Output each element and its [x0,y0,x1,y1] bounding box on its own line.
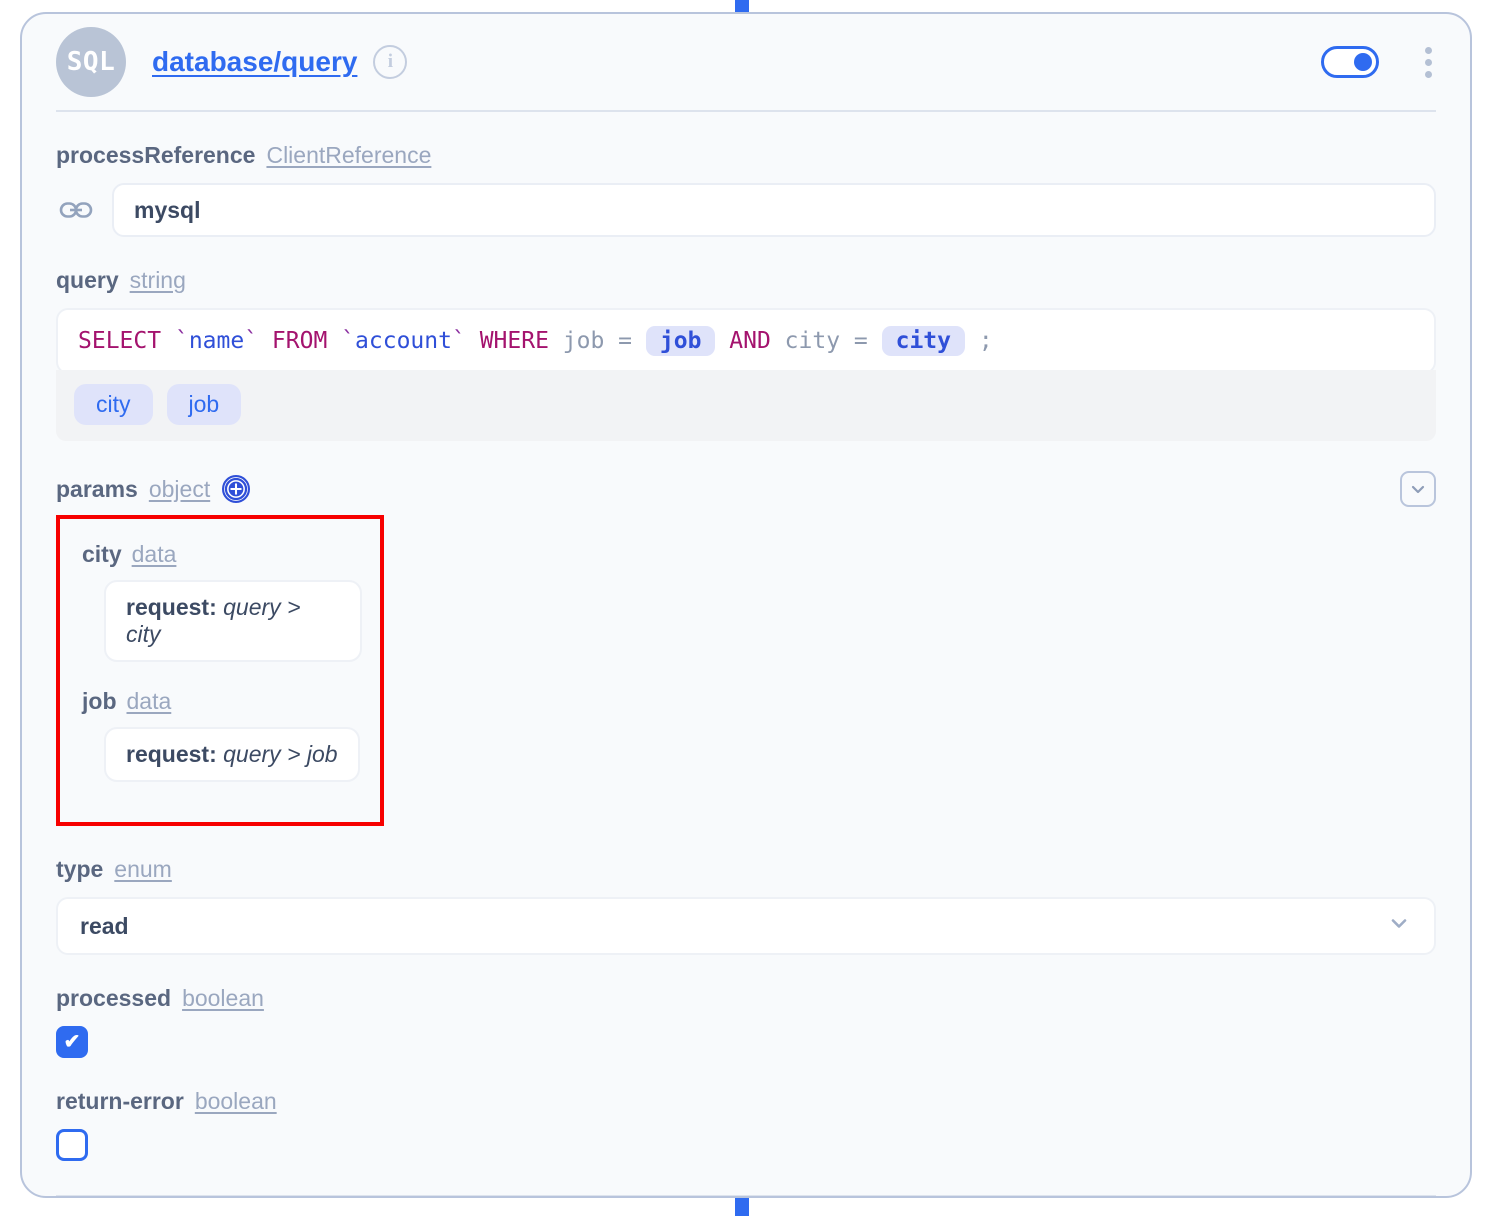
sql-token: ` [341,328,356,354]
sql-token: AND [729,328,771,354]
field-type[interactable]: enum [114,856,172,883]
footer-divider [56,1195,1436,1196]
field-name: type [56,856,104,882]
sql-token: ` [451,328,466,354]
check-icon: ✔ [63,1031,81,1053]
type-label: type enum [56,856,1436,883]
node-type-badge: SQL [56,27,126,97]
field-name: query [56,267,119,293]
process-reference-row: mysql [56,183,1436,237]
sql-token: ` [244,328,259,354]
query-variable-chip[interactable]: job [166,384,242,425]
chevron-down-icon [1386,910,1412,942]
header-divider [56,110,1436,112]
sql-token: name [188,328,245,354]
kebab-menu-icon[interactable] [1421,43,1436,82]
link-icon [56,190,96,230]
sql-token: ; [965,328,993,354]
toggle-knob [1354,53,1372,71]
param-type[interactable]: data [127,688,172,715]
field-name: processReference [56,142,256,168]
kebab-dot [1425,46,1432,54]
processed-label: processed boolean [56,985,1436,1012]
plus-circle-icon[interactable] [222,475,251,503]
process-reference-label: processReference ClientReference [56,142,1436,169]
type-select[interactable]: read [56,897,1436,955]
param-type[interactable]: data [132,541,177,568]
param-name: job [82,688,117,714]
process-reference-input[interactable]: mysql [112,183,1436,237]
params-collapse-chevron-down-icon[interactable] [1400,471,1436,507]
sql-token: WHERE [479,328,549,354]
sql-token: job = [548,328,646,354]
sql-variable-pill[interactable]: job [645,326,716,356]
sql-variable-pill[interactable]: city [881,326,965,356]
query-label: query string [56,267,1436,294]
param-mapping-key: request: [126,594,224,620]
field-type[interactable]: boolean [195,1088,277,1115]
params-highlight-box: city data request: query > city job data requ… [56,515,384,826]
query-sql-editor[interactable]: SELECT `name` FROM `account` WHERE job =… [56,308,1436,374]
param-mapping-pill[interactable]: request: query > job [104,727,360,782]
return-error-label: return-error boolean [56,1088,1436,1115]
field-type[interactable]: object [149,476,210,503]
header-actions [1321,43,1436,82]
param-mapping-pill[interactable]: request: query > city [104,580,362,662]
node-enabled-toggle[interactable] [1321,46,1379,78]
field-name: params [56,475,138,502]
query-variable-chip[interactable]: city [74,384,153,425]
sql-code-line: SELECT `name` FROM `account` WHERE job =… [78,326,993,356]
node-header: SQL database/query i [22,14,1470,110]
param-mapping-value: query > job [223,741,338,767]
sql-token: SELECT [78,328,162,354]
field-type[interactable]: string [130,267,186,294]
kebab-dot [1425,70,1432,78]
field-type[interactable]: ClientReference [266,142,431,169]
sql-token: ` [174,328,189,354]
sql-token: FROM [271,328,328,354]
type-select-value: read [80,912,129,939]
param-label: city data [82,541,362,568]
query-variable-chips: city job [56,370,1436,441]
sql-token: account [355,328,452,354]
field-name: return-error [56,1088,184,1114]
param-name: city [82,541,122,567]
processed-checkbox[interactable]: ✔ [56,1026,88,1058]
field-name: processed [56,985,172,1011]
sql-token: city = [770,328,882,354]
info-icon[interactable]: i [373,45,408,79]
node-card: SQL database/query i processReference Cl… [20,12,1472,1198]
check-output-button[interactable]: Check Output [56,1197,1436,1198]
canvas: SQL database/query i processReference Cl… [0,0,1486,1216]
return-error-checkbox[interactable] [56,1129,88,1161]
node-body: processReference ClientReference mysql q… [22,142,1470,1161]
params-header: params object [56,471,1436,507]
param-mapping-key: request: [126,741,224,767]
kebab-dot [1425,58,1432,66]
node-title-link[interactable]: database/query [152,46,357,78]
param-label: job data [82,688,362,715]
field-type[interactable]: boolean [182,985,264,1012]
